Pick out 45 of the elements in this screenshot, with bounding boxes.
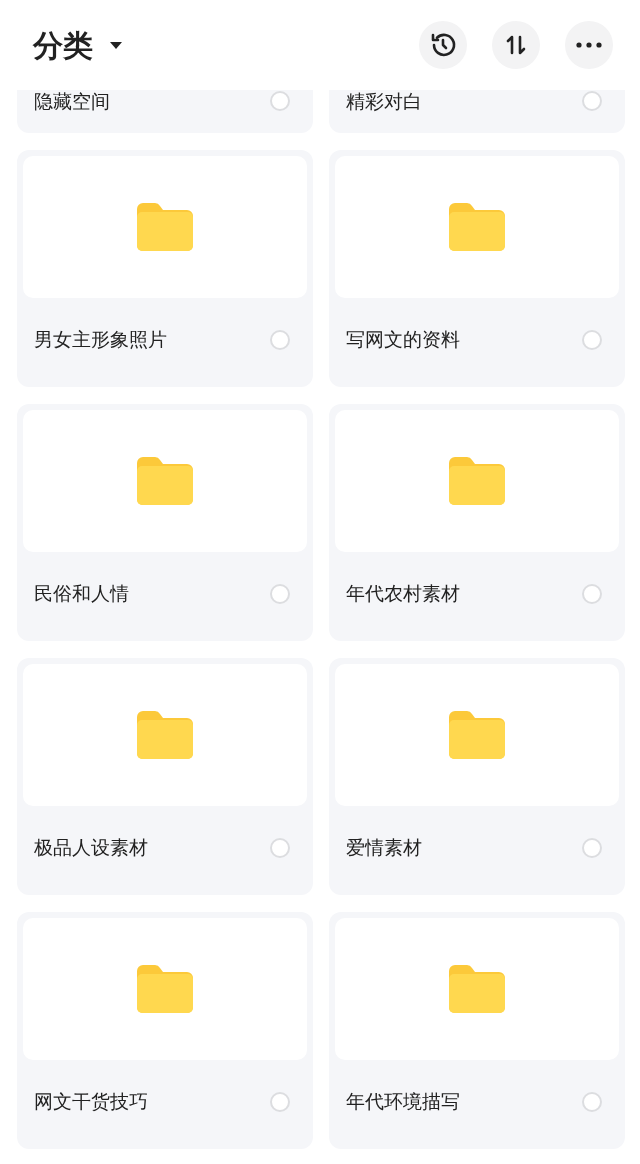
folder-icon (137, 711, 193, 759)
folder-name: 隐藏空间 (34, 90, 110, 112)
select-radio[interactable] (582, 583, 602, 604)
folder-card[interactable]: 爱情素材 (329, 658, 625, 895)
folder-card[interactable]: 男女主形象照片 (17, 150, 313, 387)
folder-card[interactable]: 精彩对白 (329, 90, 625, 133)
folder-card[interactable]: 年代环境描写 (329, 912, 625, 1149)
folder-name: 年代农村素材 (346, 581, 460, 607)
dropdown-caret-icon[interactable] (109, 40, 123, 50)
folder-icon (449, 457, 505, 505)
select-radio[interactable] (270, 837, 290, 858)
folder-icon (449, 203, 505, 251)
more-button[interactable] (565, 21, 613, 69)
folder-icon (137, 203, 193, 251)
folder-name: 网文干货技巧 (34, 1089, 148, 1115)
folder-name: 民俗和人情 (34, 581, 129, 607)
select-radio[interactable] (270, 1091, 290, 1112)
folder-card[interactable]: 极品人设素材 (17, 658, 313, 895)
folder-name: 写网文的资料 (346, 327, 460, 353)
folder-card[interactable]: 民俗和人情 (17, 404, 313, 641)
folder-card[interactable]: 年代农村素材 (329, 404, 625, 641)
folder-card[interactable]: 隐藏空间 (17, 90, 313, 133)
history-icon (429, 31, 457, 59)
folder-name: 极品人设素材 (34, 835, 148, 861)
more-icon (576, 42, 602, 48)
folder-name: 精彩对白 (346, 90, 422, 112)
select-radio[interactable] (270, 583, 290, 604)
folder-icon (449, 711, 505, 759)
page-title: 分类 (33, 26, 93, 65)
select-radio[interactable] (582, 837, 602, 858)
select-radio[interactable] (582, 91, 602, 111)
folder-card[interactable]: 写网文的资料 (329, 150, 625, 387)
select-radio[interactable] (582, 329, 602, 350)
folder-name: 年代环境描写 (346, 1089, 460, 1115)
folder-icon (449, 965, 505, 1013)
select-radio[interactable] (270, 91, 290, 111)
sort-button[interactable] (492, 21, 540, 69)
folder-icon (137, 965, 193, 1013)
history-button[interactable] (419, 21, 467, 69)
folder-name: 男女主形象照片 (34, 327, 167, 353)
select-radio[interactable] (582, 1091, 602, 1112)
folder-icon (137, 457, 193, 505)
folder-card[interactable]: 网文干货技巧 (17, 912, 313, 1149)
folder-name: 爱情素材 (346, 835, 422, 861)
select-radio[interactable] (270, 329, 290, 350)
